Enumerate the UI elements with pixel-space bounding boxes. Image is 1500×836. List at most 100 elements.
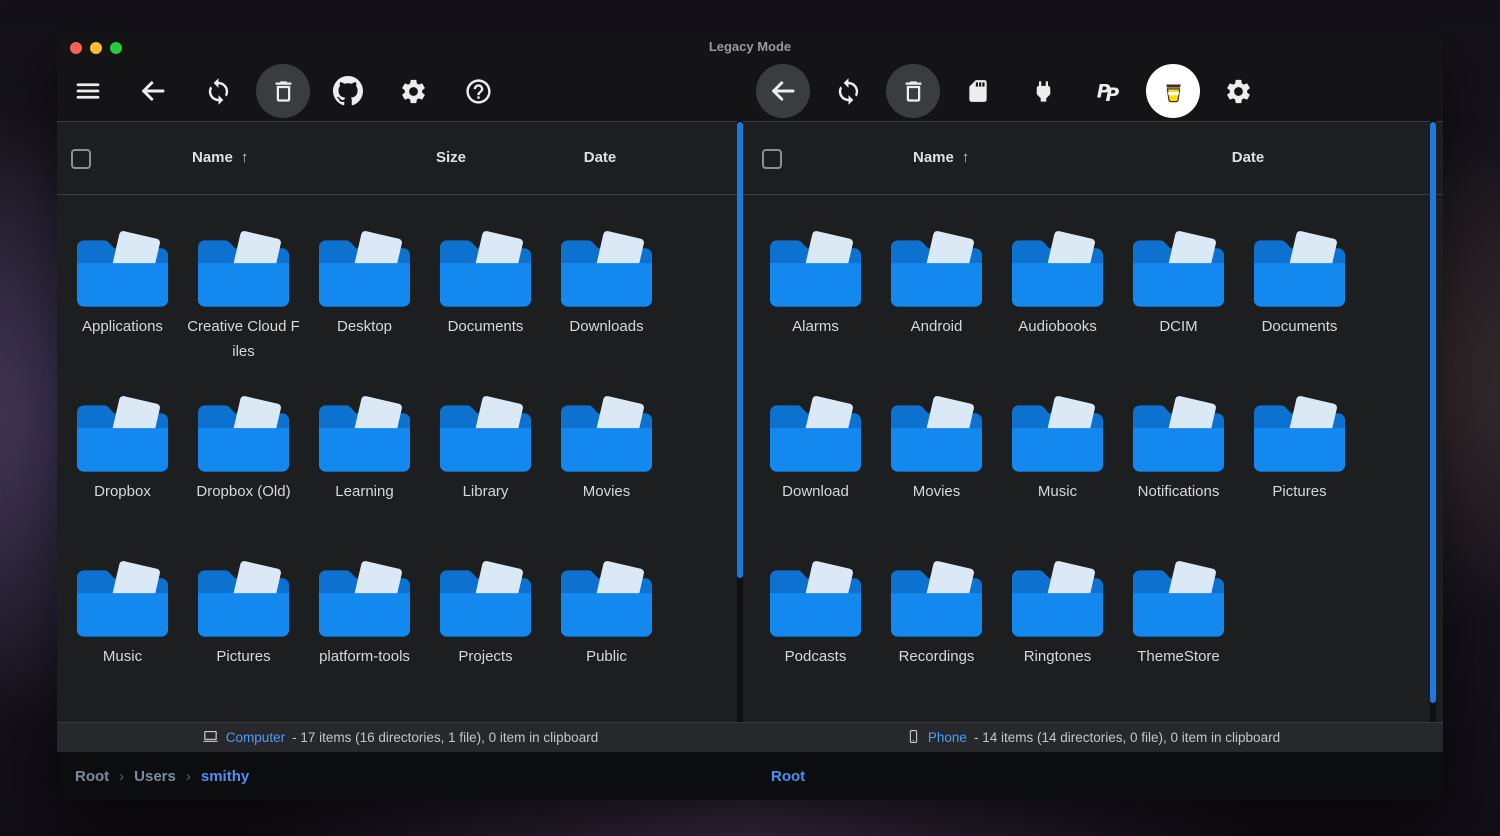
column-header-size[interactable]: Size: [371, 149, 531, 166]
folder-item[interactable]: platform-tools: [304, 561, 425, 722]
column-header-date[interactable]: Date: [520, 149, 680, 166]
folder-icon: [317, 396, 412, 474]
storage-select-button[interactable]: [957, 70, 999, 112]
github-button[interactable]: [327, 70, 369, 112]
right-pane-scroll-track: [1430, 121, 1436, 722]
delete-button[interactable]: [262, 70, 304, 112]
folder-item[interactable]: Desktop: [304, 231, 425, 396]
folder-item[interactable]: Download: [755, 396, 876, 561]
folder-label: Downloads: [569, 314, 643, 339]
breadcrumb-item[interactable]: Root: [771, 768, 805, 785]
folder-icon: [768, 396, 863, 474]
folder-item[interactable]: Movies: [876, 396, 997, 561]
go-back-button[interactable]: [762, 70, 804, 112]
select-all-checkbox[interactable]: [71, 149, 91, 169]
github-icon: [333, 76, 363, 106]
refresh-button[interactable]: [827, 70, 869, 112]
folder-item[interactable]: Library: [425, 396, 546, 561]
folder-item[interactable]: Dropbox (Old): [183, 396, 304, 561]
minimize-button[interactable]: [90, 42, 102, 54]
select-all-checkbox[interactable]: [762, 149, 782, 169]
trash-icon: [270, 78, 297, 105]
folder-item[interactable]: Public: [546, 561, 667, 722]
folder-label: Notifications: [1138, 479, 1220, 504]
breadcrumb-item[interactable]: Root: [75, 768, 109, 785]
folder-item[interactable]: Dropbox: [62, 396, 183, 561]
folder-label: Pictures: [1272, 479, 1326, 504]
phone-pane: Name↑ Date Alarms Android Audiobooks DCI…: [743, 121, 1443, 722]
column-header-name[interactable]: Name↑: [192, 149, 248, 166]
folder-icon: [1131, 231, 1226, 309]
computer-link[interactable]: Computer: [226, 730, 285, 745]
refresh-icon: [204, 77, 233, 106]
zoom-button[interactable]: [110, 42, 122, 54]
folder-icon: [75, 231, 170, 309]
folder-label: Podcasts: [785, 644, 847, 669]
help-button[interactable]: [457, 70, 499, 112]
folder-icon: [196, 231, 291, 309]
folder-icon: [559, 396, 654, 474]
phone-breadcrumb: Root: [743, 768, 1443, 785]
folder-label: Recordings: [899, 644, 975, 669]
paypal-donate-button[interactable]: PP: [1087, 70, 1129, 112]
folder-item[interactable]: Projects: [425, 561, 546, 722]
folder-item[interactable]: Movies: [546, 396, 667, 561]
phone-status-text: - 14 items (14 directories, 0 file), 0 i…: [974, 730, 1280, 745]
folder-label: Creative Cloud Files: [187, 314, 301, 364]
folder-item[interactable]: Audiobooks: [997, 231, 1118, 396]
folder-item[interactable]: ThemeStore: [1118, 561, 1239, 722]
left-pane-header: Name↑ Size Date: [57, 121, 737, 195]
folder-icon: [1010, 396, 1105, 474]
close-button[interactable]: [70, 42, 82, 54]
breadcrumb-item[interactable]: Users: [134, 768, 176, 785]
folder-item[interactable]: Creative Cloud Files: [183, 231, 304, 396]
column-header-date[interactable]: Date: [1168, 149, 1328, 166]
delete-button[interactable]: [892, 70, 934, 112]
folder-item[interactable]: Podcasts: [755, 561, 876, 722]
folder-item[interactable]: Documents: [425, 231, 546, 396]
folder-item[interactable]: Downloads: [546, 231, 667, 396]
folder-label: Projects: [458, 644, 512, 669]
usb-mode-button[interactable]: [1022, 70, 1064, 112]
arrow-left-icon: [768, 76, 798, 106]
folder-item[interactable]: Music: [62, 561, 183, 722]
folder-icon: [1131, 561, 1226, 639]
folder-item[interactable]: Alarms: [755, 231, 876, 396]
menu-button[interactable]: [67, 70, 109, 112]
right-pane-header: Name↑ Date: [743, 121, 1443, 195]
settings-button[interactable]: [1217, 70, 1259, 112]
folder-item[interactable]: Ringtones: [997, 561, 1118, 722]
arrow-left-icon: [138, 76, 168, 106]
folder-item[interactable]: Documents: [1239, 231, 1360, 396]
go-back-button[interactable]: [132, 70, 174, 112]
toolbar-row: PP: [57, 61, 1443, 121]
folder-item[interactable]: Android: [876, 231, 997, 396]
folder-label: Audiobooks: [1018, 314, 1096, 339]
breadcrumb-item[interactable]: smithy: [201, 768, 249, 785]
refresh-button[interactable]: [197, 70, 239, 112]
folder-item[interactable]: Pictures: [183, 561, 304, 722]
column-header-name[interactable]: Name↑: [913, 149, 969, 166]
buy-me-a-coffee-button[interactable]: [1152, 70, 1194, 112]
hamburger-icon: [73, 76, 103, 106]
status-bar: Computer - 17 items (16 directories, 1 f…: [57, 722, 1443, 752]
folder-icon: [75, 396, 170, 474]
settings-button[interactable]: [392, 70, 434, 112]
folder-label: Music: [103, 644, 142, 669]
phone-status: Phone - 14 items (14 directories, 0 file…: [743, 723, 1443, 752]
folder-item[interactable]: Music: [997, 396, 1118, 561]
folder-item[interactable]: Applications: [62, 231, 183, 396]
folder-icon: [889, 396, 984, 474]
folder-item[interactable]: Notifications: [1118, 396, 1239, 561]
laptop-icon: [202, 728, 219, 748]
folder-icon: [559, 231, 654, 309]
local-toolbar: [67, 61, 499, 121]
right-pane-scrollbar[interactable]: [1430, 122, 1436, 703]
folder-item[interactable]: Recordings: [876, 561, 997, 722]
folder-item[interactable]: Learning: [304, 396, 425, 561]
folder-icon: [559, 561, 654, 639]
phone-link[interactable]: Phone: [928, 730, 967, 745]
computer-status-text: - 17 items (16 directories, 1 file), 0 i…: [292, 730, 598, 745]
folder-item[interactable]: Pictures: [1239, 396, 1360, 561]
folder-item[interactable]: DCIM: [1118, 231, 1239, 396]
